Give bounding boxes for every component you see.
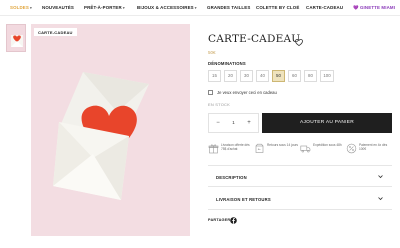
gift-box-icon	[208, 144, 219, 154]
nav-item-label: NOUVEAUTÉS	[42, 5, 74, 10]
denomination-option[interactable]: 40	[256, 70, 269, 82]
denomination-option[interactable]: 100	[320, 70, 334, 82]
share-label: PARTAGER	[208, 218, 231, 222]
chevron-down-icon: ▾	[29, 6, 32, 10]
denomination-option[interactable]: 20	[224, 70, 237, 82]
top-navigation: SOLDES▾ NOUVEAUTÉS PRÊT-À-PORTER▾ BIJOUX…	[0, 0, 400, 16]
return-box-icon	[255, 143, 264, 153]
nav-item-label: GRANDES TAILLES	[207, 5, 251, 10]
nav-item-ginette-miami[interactable]: 💜 GINETTE MIAMI	[353, 5, 395, 11]
heart-outline-icon[interactable]	[294, 34, 304, 47]
feature-text: Paiement en 4x dès 100€	[359, 143, 388, 152]
nav-item-label: BIJOUX & ACCESSOIRES	[137, 5, 194, 10]
feature-text: Livraison offerte dès 75$ d'achat	[221, 143, 250, 152]
feature-item: Expédition sous 48h	[300, 141, 346, 161]
denomination-option[interactable]: 60	[288, 70, 301, 82]
shipping-returns-label: LIVRAISON ET RETOURS	[216, 197, 271, 202]
nav-item-label: COLETTE BY CLOÉ	[256, 5, 300, 10]
denomination-option-selected[interactable]: 50	[272, 70, 285, 82]
envelope-heart-thumbnail-image	[11, 35, 23, 47]
chevron-down-icon	[378, 197, 383, 201]
nav-item-carte-cadeau[interactable]: CARTE-CADEAU	[306, 5, 343, 10]
product-badge: CARTE-CADEAU	[34, 28, 77, 36]
stock-status: EN STOCK	[208, 102, 230, 107]
nav-item-label: PRÊT-À-PORTER	[84, 5, 122, 10]
feature-text: Expédition sous 48h	[313, 143, 342, 147]
facebook-icon[interactable]	[230, 217, 237, 224]
percent-badge-icon	[346, 143, 357, 154]
denomination-option[interactable]: 80	[304, 70, 317, 82]
product-thumbnail[interactable]	[6, 24, 26, 52]
quantity-decrease-button[interactable]: −	[210, 114, 226, 132]
denominations-label: DÉNOMINATIONS	[208, 61, 246, 66]
description-accordion[interactable]: DESCRIPTION	[208, 165, 392, 187]
quantity-increase-button[interactable]: +	[241, 114, 257, 132]
nav-item-label: CARTE-CADEAU	[306, 5, 344, 10]
nav-item-colette-by-cloe[interactable]: COLETTE BY CLOÉ	[256, 5, 299, 10]
envelope-heart-image	[53, 72, 149, 200]
product-title: CARTE-CADEAU	[208, 33, 301, 45]
feature-item: Retours sous 14 jours	[254, 141, 300, 161]
quantity-input[interactable]: 1	[226, 114, 241, 132]
description-label: DESCRIPTION	[216, 175, 247, 180]
denomination-option[interactable]: 30	[240, 70, 253, 82]
chevron-down-icon: ▾	[194, 6, 197, 10]
feature-item: Livraison offerte dès 75$ d'achat	[208, 141, 254, 161]
nav-item-grandes-tailles[interactable]: GRANDES TAILLES	[207, 5, 250, 10]
denomination-option[interactable]: 15	[208, 70, 221, 82]
product-price: 50€	[208, 50, 216, 55]
gift-checkbox-label[interactable]: Je veux envoyer ceci en cadeau	[217, 90, 277, 95]
add-to-cart-button[interactable]: AJOUTER AU PANIER	[262, 113, 392, 133]
nav-item-soldes[interactable]: SOLDES▾	[10, 5, 32, 10]
delivery-truck-icon	[300, 145, 311, 153]
nav-item-bijoux-accessoires[interactable]: BIJOUX & ACCESSOIRES▾	[137, 5, 197, 10]
nav-item-pret-a-porter[interactable]: PRÊT-À-PORTER▾	[84, 5, 125, 10]
nav-item-label: 💜 GINETTE MIAMI	[353, 5, 396, 10]
gift-checkbox[interactable]	[208, 90, 213, 95]
product-main-image[interactable]: CARTE-CADEAU	[31, 24, 190, 236]
shipping-returns-accordion[interactable]: LIVRAISON ET RETOURS	[208, 188, 392, 210]
product-features: Livraison offerte dès 75$ d'achat Retour…	[208, 141, 392, 161]
quantity-stepper: − 1 +	[208, 113, 259, 133]
chevron-down-icon: ▾	[122, 6, 125, 10]
feature-item: Paiement en 4x dès 100€	[346, 141, 392, 161]
nav-item-nouveautes[interactable]: NOUVEAUTÉS	[42, 5, 74, 10]
feature-text: Retours sous 14 jours	[267, 143, 299, 147]
chevron-down-icon	[378, 175, 383, 179]
nav-item-label: SOLDES	[10, 5, 29, 10]
